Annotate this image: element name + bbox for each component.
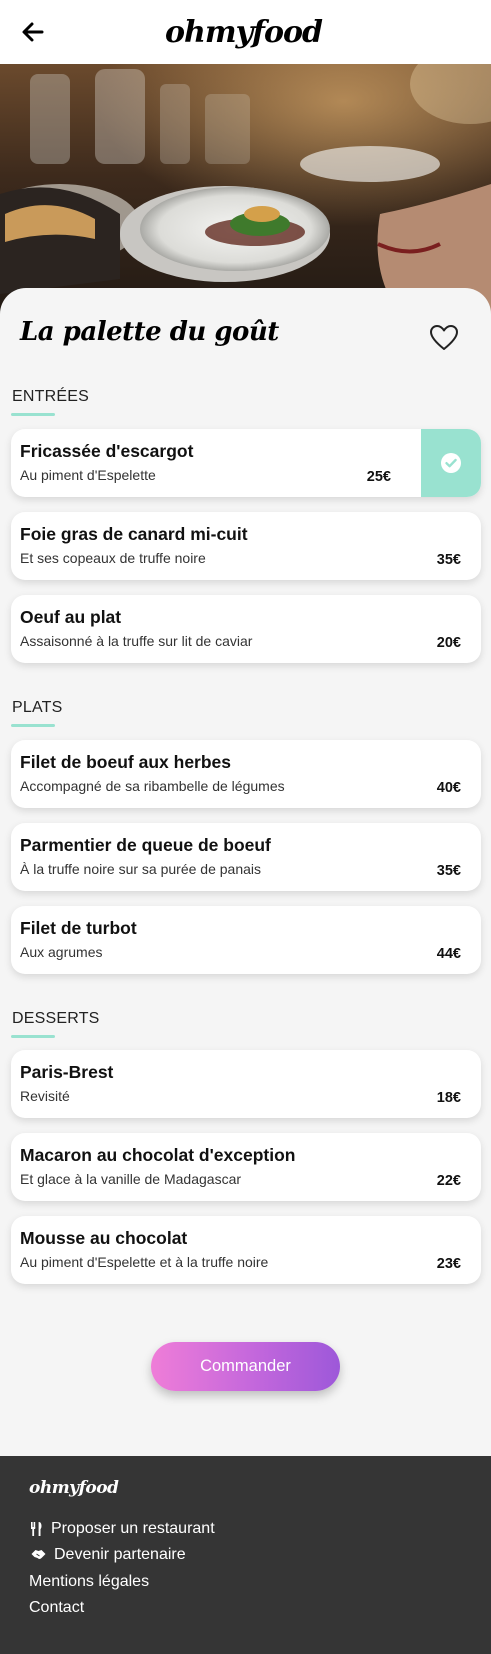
menu-item-price: 20€ (436, 635, 461, 651)
section-title: ENTRÉES (12, 388, 89, 405)
menu-item-name: Foie gras de canard mi-cuit (20, 524, 248, 544)
section-title: PLATS (12, 699, 63, 716)
restaurant-name: La palette du goût (20, 317, 279, 347)
menu-item-card[interactable]: Mousse au chocolat Au piment d'Espelette… (11, 1216, 481, 1284)
footer: ohmyfood Proposer un restaurant Devenir … (0, 1456, 491, 1654)
menu-item-price: 35€ (436, 863, 461, 879)
menu-item-card[interactable]: Oeuf au plat Assaisonné à la truffe sur … (11, 595, 481, 663)
utensils-icon (31, 1522, 42, 1536)
back-button[interactable] (18, 17, 48, 47)
section-underline (11, 724, 55, 727)
menu-item-name: Fricassée d'escargot (20, 441, 194, 461)
arrow-left-icon (22, 22, 44, 42)
menu-item-name: Oeuf au plat (20, 607, 122, 627)
footer-link-label: Contact (29, 1599, 85, 1616)
menu-item-name: Filet de turbot (20, 918, 137, 938)
handshake-icon (31, 1550, 46, 1559)
heart-outline-icon (430, 325, 458, 350)
menu-item-description: Accompagné de sa ribambelle de légumes (20, 778, 285, 794)
menu-item-card[interactable]: Parmentier de queue de boeuf À la truffe… (11, 823, 481, 891)
footer-link-label: Devenir partenaire (54, 1546, 186, 1563)
menu-item-price: 18€ (436, 1090, 461, 1106)
menu-item-name: Parmentier de queue de boeuf (20, 835, 271, 855)
menu-item-description: À la truffe noire sur sa purée de panais (20, 861, 262, 877)
menu-item-price: 40€ (436, 780, 461, 796)
footer-logo[interactable]: ohmyfood (29, 1478, 119, 1498)
footer-link-label: Proposer un restaurant (51, 1520, 215, 1537)
favorite-button[interactable] (429, 324, 459, 352)
menu-item-card[interactable]: Macaron au chocolat d'exception Et glace… (11, 1133, 481, 1201)
menu-item-description: Revisité (20, 1088, 70, 1104)
header: ohmyfood (0, 0, 491, 64)
menu-item-name: Macaron au chocolat d'exception (20, 1145, 296, 1165)
section-underline (11, 413, 55, 416)
menu-item-card[interactable]: Filet de turbot Aux agrumes 44€ (11, 906, 481, 974)
section-title: DESSERTS (12, 1010, 100, 1027)
section-underline (11, 1035, 55, 1038)
menu-item-card[interactable]: Paris-Brest Revisité 18€ (11, 1050, 481, 1118)
menu-item-price: 35€ (436, 552, 461, 568)
menu-item-description: Et glace à la vanille de Madagascar (20, 1171, 242, 1187)
order-button[interactable]: Commander (151, 1342, 340, 1391)
footer-link-contact[interactable]: Contact (29, 1599, 84, 1617)
footer-link-propose-restaurant[interactable]: Proposer un restaurant (29, 1520, 215, 1538)
menu-item-description: Au piment d'Espelette (20, 467, 156, 483)
footer-link-legal[interactable]: Mentions légales (29, 1573, 149, 1591)
menu-item-description: Et ses copeaux de truffe noire (20, 550, 206, 566)
footer-link-become-partner[interactable]: Devenir partenaire (29, 1546, 186, 1564)
menu-item-card[interactable]: Foie gras de canard mi-cuit Et ses copea… (11, 512, 481, 580)
menu-item-price: 22€ (436, 1173, 461, 1189)
menu-item-price: 23€ (436, 1256, 461, 1272)
menu-item-name: Paris-Brest (20, 1062, 114, 1082)
check-circle-icon (441, 453, 461, 473)
menu-item-description: Assaisonné à la truffe sur lit de caviar (20, 633, 253, 649)
selected-check-panel[interactable] (421, 429, 481, 497)
menu-item-price: 25€ (366, 469, 391, 485)
menu-item-card[interactable]: Fricassée d'escargot Au piment d'Espelet… (11, 429, 481, 497)
menu-item-description: Aux agrumes (20, 944, 103, 960)
hero-image (0, 64, 491, 314)
menu-item-price: 44€ (436, 946, 461, 962)
menu-item-name: Filet de boeuf aux herbes (20, 752, 232, 772)
footer-link-label: Mentions légales (29, 1573, 150, 1590)
menu-item-description: Au piment d'Espelette et à la truffe noi… (20, 1254, 269, 1270)
menu-item-card[interactable]: Filet de boeuf aux herbes Accompagné de … (11, 740, 481, 808)
menu-item-name: Mousse au chocolat (20, 1228, 188, 1248)
logo[interactable]: ohmyfood (165, 15, 323, 50)
